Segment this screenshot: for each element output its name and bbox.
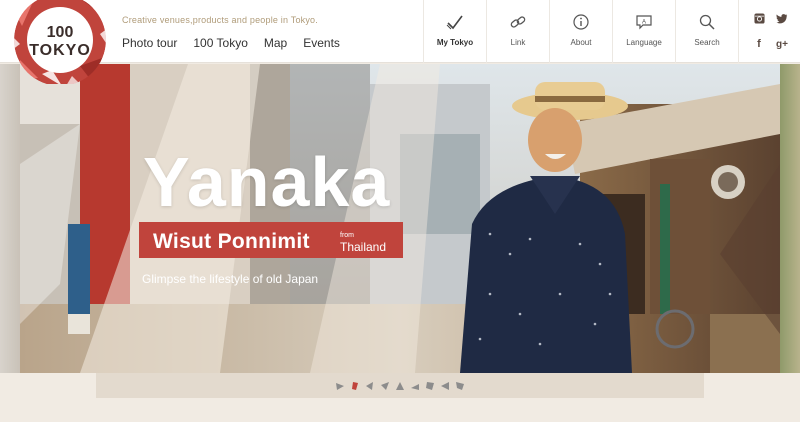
speech-bubble-icon: A [636,15,652,30]
nav-map[interactable]: Map [264,36,287,50]
check-icon [446,15,463,30]
link-icon [510,16,526,28]
facebook-icon[interactable]: f [752,37,766,51]
twitter-icon[interactable] [775,11,789,25]
hero-photo [20,64,780,373]
hero-edge-left [0,64,20,373]
pager-dot[interactable] [396,381,404,390]
icon-nav-about[interactable]: About [549,0,612,63]
icon-nav-my-tokyo[interactable]: My Tokyo [423,0,486,63]
pager-dot[interactable] [366,381,374,390]
icon-nav-label: Link [510,38,526,47]
hero-title: Yanaka [143,143,391,221]
pager-dot[interactable] [336,382,344,390]
logo-text-100: 100 [47,24,74,41]
icon-nav-search[interactable]: Search [675,0,738,63]
nav-events[interactable]: Events [303,36,340,50]
icon-nav-link[interactable]: Link [486,0,549,63]
logo-text-tokyo: TOKYO [29,42,91,59]
pager-dot[interactable] [426,381,434,390]
icon-nav: My Tokyo Link About A Language Search [423,0,738,63]
pager-dot[interactable] [381,381,389,390]
search-icon [699,14,715,30]
icon-nav-label: Search [694,38,720,47]
hero-banner[interactable]: Yanaka Wisut Ponnimit from Thailand Glim… [20,64,780,373]
icon-nav-label: Language [626,38,662,47]
site-header: 100 TOKYO Creative venues,products and p… [0,0,800,84]
icon-nav-label: About [570,38,592,47]
hero-subtitle: Glimpse the lifestyle of old Japan [142,272,319,286]
hero-country: Thailand [340,240,387,254]
hero-from-label: from [340,232,354,239]
site-tagline: Creative venues,products and people in T… [122,15,318,25]
pager-dot[interactable] [441,381,449,390]
hero-person-name: Wisut Ponnimit [153,230,310,253]
nav-100-tokyo[interactable]: 100 Tokyo [193,36,248,50]
pager-dot[interactable] [456,381,464,390]
hero-edge-right [780,64,800,373]
icon-nav-label: My Tokyo [436,38,474,47]
google-plus-icon[interactable]: g+ [775,37,789,51]
slide-pager [96,373,704,398]
info-icon [573,14,589,30]
svg-text:A: A [642,20,646,26]
nav-photo-tour[interactable]: Photo tour [122,36,177,50]
site-logo[interactable]: 100 TOKYO [12,0,108,84]
pager-dot-active[interactable] [351,381,359,390]
main-nav: Photo tour 100 Tokyo Map Events [122,36,340,50]
pager-dot[interactable] [411,382,419,390]
icon-nav-language[interactable]: A Language [612,0,675,63]
instagram-icon[interactable] [752,11,766,25]
social-links: f g+ [738,0,800,63]
